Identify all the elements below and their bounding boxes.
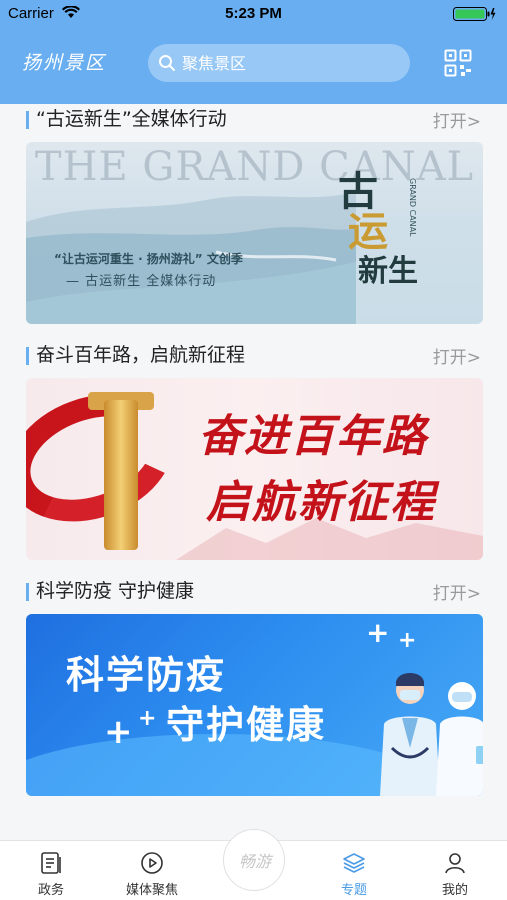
topic-banner-centenary[interactable]: 奋进百年路 启航新征程 bbox=[26, 378, 483, 560]
section-header: 科学防疫 守护健康 打开> bbox=[0, 568, 507, 614]
battery-icon bbox=[453, 7, 496, 21]
clock: 5:23 PM bbox=[225, 5, 282, 22]
nurse-illustration bbox=[436, 682, 483, 796]
top-header: Carrier 5:23 PM 扬州景区 bbox=[0, 0, 507, 104]
search-input[interactable] bbox=[182, 44, 402, 82]
banner-char-gu: 古 bbox=[338, 168, 378, 215]
layers-icon bbox=[343, 853, 365, 873]
center-tour-label: 畅游 bbox=[238, 852, 271, 871]
section-title: 科学防疫 守护健康 bbox=[36, 580, 195, 602]
banner-side-text: GRAND CANAL bbox=[408, 178, 417, 237]
user-icon bbox=[445, 853, 465, 874]
banner-line-2: 启航新征程 bbox=[206, 477, 436, 528]
bottom-tab-bar: 政务 媒体聚焦 畅游 专题 我的 bbox=[0, 829, 507, 900]
status-bar: Carrier 5:23 PM bbox=[0, 0, 507, 28]
tab-zhengwu[interactable]: 政务 bbox=[11, 841, 91, 900]
center-tour-button[interactable]: 畅游 bbox=[223, 829, 285, 891]
banner-line-1: 科学防疫 bbox=[66, 653, 227, 697]
topic-section: “古运新生”全媒体行动 打开> THE GRAND CANAL “让古运河重生 … bbox=[0, 104, 507, 324]
topic-banner-grand-canal[interactable]: THE GRAND CANAL “让古运河重生 · 扬州游礼” 文创季 — 古运… bbox=[26, 142, 483, 324]
qr-code-icon[interactable] bbox=[444, 49, 472, 77]
topic-section: 奋斗百年路，启航新征程 打开> 奋进百年路 启航新征程 bbox=[0, 332, 507, 560]
topic-section: 科学防疫 守护健康 打开> + + + + 科学防疫 守护健康 bbox=[0, 568, 507, 796]
open-link[interactable]: 打开> bbox=[433, 579, 481, 604]
banner-line-2: 守护健康 bbox=[166, 703, 327, 747]
topic-list: “古运新生”全媒体行动 打开> THE GRAND CANAL “让古运河重生 … bbox=[0, 104, 507, 840]
tab-label: 专题 bbox=[340, 883, 367, 898]
plus-icon: + bbox=[398, 628, 417, 653]
banner-big-title: 古 运 新生 bbox=[338, 172, 418, 292]
play-circle-icon bbox=[141, 852, 163, 874]
tab-topics[interactable]: 专题 bbox=[314, 841, 394, 900]
tab-label: 政务 bbox=[37, 883, 64, 898]
plus-icon: + bbox=[366, 616, 390, 649]
tab-label: 我的 bbox=[441, 883, 468, 898]
open-link[interactable]: 打开> bbox=[433, 343, 481, 368]
app-root: Carrier 5:23 PM 扬州景区 聚焦景区 “古运新生”全媒体行动 打开… bbox=[0, 0, 507, 900]
section-header: “古运新生”全媒体行动 打开> bbox=[0, 104, 507, 142]
banner-line-1: 奋进百年路 bbox=[198, 411, 428, 462]
search-icon bbox=[159, 55, 175, 71]
news-doc-icon bbox=[41, 852, 61, 874]
plus-icon: + bbox=[138, 706, 157, 731]
section-title: 奋斗百年路，启航新征程 bbox=[36, 344, 246, 366]
plus-icon: + bbox=[104, 712, 133, 752]
topic-banner-epidemic[interactable]: + + + + 科学防疫 守护健康 bbox=[26, 614, 483, 796]
banner-caption-1: “让古运河重生 · 扬州游礼” 文创季 bbox=[54, 252, 243, 266]
tab-label: 媒体聚焦 bbox=[125, 883, 178, 898]
tab-mine[interactable]: 我的 bbox=[415, 841, 495, 900]
section-accent-bar bbox=[26, 347, 29, 365]
banner-caption-2: — 古运新生 全媒体行动 bbox=[66, 274, 217, 289]
section-title: “古运新生”全媒体行动 bbox=[36, 108, 227, 130]
app-logo: 扬州景区 bbox=[22, 52, 107, 74]
open-link[interactable]: 打开> bbox=[433, 107, 481, 132]
section-accent-bar bbox=[26, 583, 29, 601]
section-header: 奋斗百年路，启航新征程 打开> bbox=[0, 332, 507, 378]
banner-char-xinsheng: 新生 bbox=[358, 254, 418, 289]
section-accent-bar bbox=[26, 111, 29, 129]
tab-media-focus[interactable]: 媒体聚焦 bbox=[112, 841, 192, 900]
search-box[interactable] bbox=[148, 44, 410, 82]
